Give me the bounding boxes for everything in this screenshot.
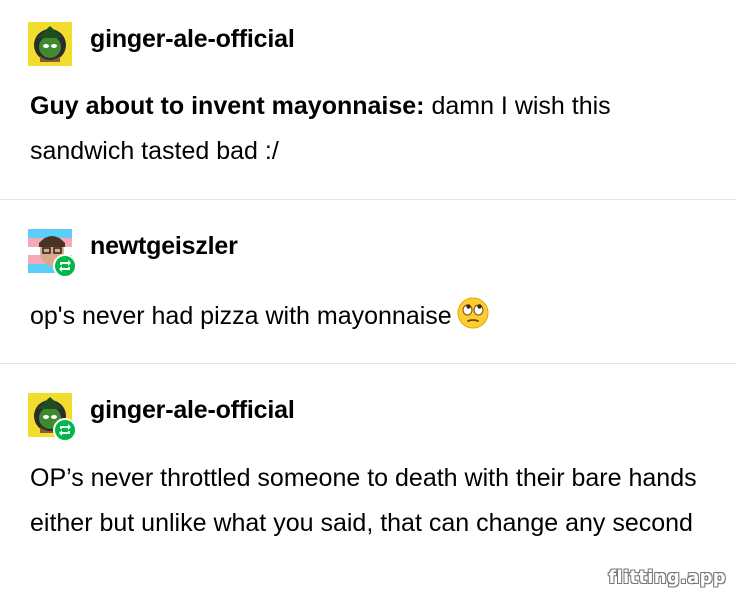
eye-roll-emoji-icon: [456, 296, 490, 345]
reblog-icon: [53, 418, 77, 442]
username[interactable]: ginger-ale-official: [90, 396, 295, 425]
post-body-text: op's never had pizza with mayonnaise: [30, 302, 452, 330]
post-3: ginger-ale-official OP’s never throttled…: [0, 364, 736, 596]
post-body: OP’s never throttled someone to death wi…: [30, 456, 716, 546]
post-1: ginger-ale-official Guy about to invent …: [0, 0, 736, 200]
post-body: Guy about to invent mayonnaise: damn I w…: [30, 84, 716, 174]
username[interactable]: newtgeiszler: [90, 232, 238, 261]
reblog-icon: [53, 254, 77, 278]
pepe-wizard-avatar-icon[interactable]: [28, 22, 72, 66]
post-2: newtgeiszler op's never had pizza with m…: [0, 200, 736, 364]
watermark: flitting.app: [608, 567, 726, 588]
post-body: op's never had pizza with mayonnaise: [30, 294, 716, 345]
post-body-text: OP’s never throttled someone to death wi…: [30, 464, 697, 537]
username[interactable]: ginger-ale-official: [90, 25, 295, 54]
post-body-bold: Guy about to invent mayonnaise:: [30, 92, 425, 120]
